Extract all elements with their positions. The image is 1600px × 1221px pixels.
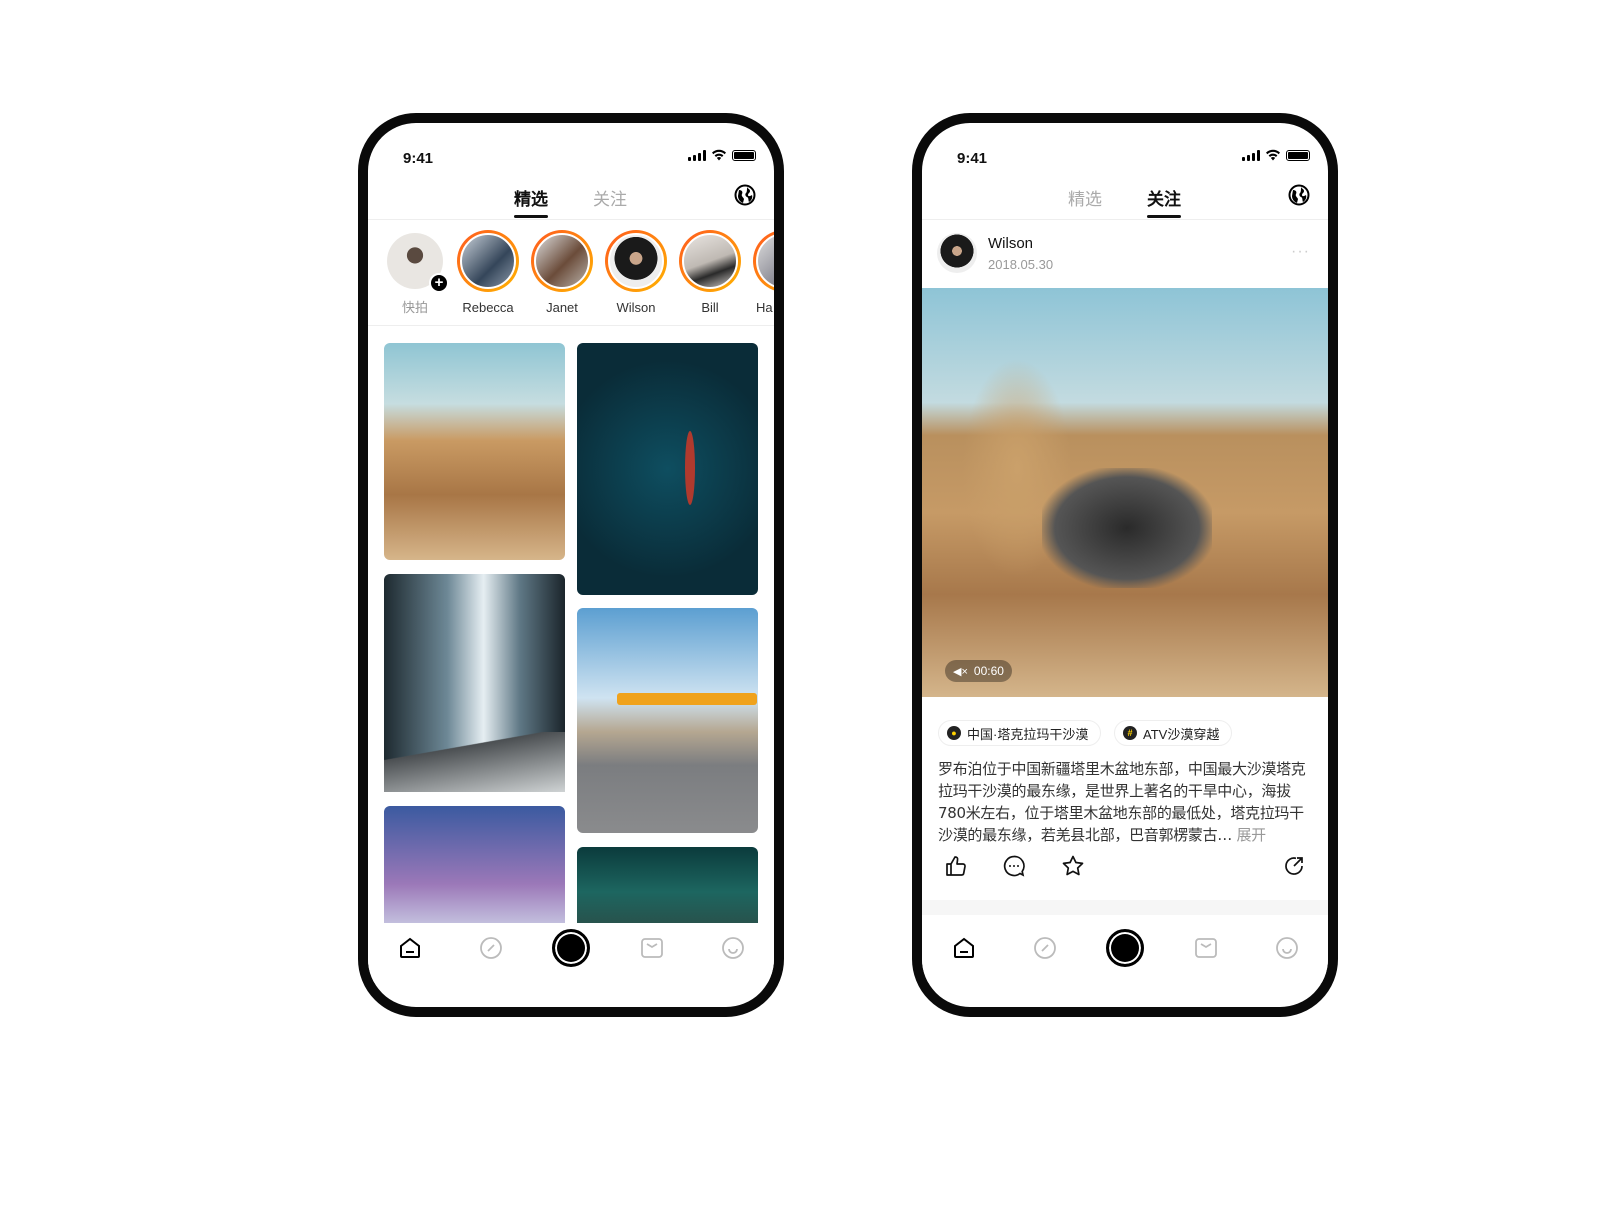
photo-biplane[interactable] xyxy=(577,608,758,833)
author-avatar[interactable] xyxy=(937,233,977,273)
message-icon[interactable] xyxy=(1194,936,1218,960)
topic-tag[interactable]: # ATV沙漠穿越 xyxy=(1114,720,1233,746)
location-tag[interactable]: ● 中国·塔克拉玛干沙漠 xyxy=(938,720,1102,746)
video-badge[interactable]: ◀× 00:60 xyxy=(945,660,1012,682)
more-options-button[interactable]: ··· xyxy=(1291,243,1310,261)
comment-icon[interactable] xyxy=(1002,854,1026,878)
hashtag-icon: # xyxy=(1123,726,1137,740)
status-icons xyxy=(688,149,756,161)
mute-icon[interactable]: ◀× xyxy=(953,665,968,678)
author-name[interactable]: Wilson xyxy=(988,235,1033,252)
location-pin-icon: ● xyxy=(947,726,961,740)
post-date: 2018.05.30 xyxy=(988,257,1054,272)
signal-icon xyxy=(1242,149,1260,161)
topic-tag-label: ATV沙漠穿越 xyxy=(1143,726,1220,742)
story-name: Wilson xyxy=(616,300,656,315)
status-time: 9:41 xyxy=(957,150,988,167)
status-icons xyxy=(1242,149,1310,161)
story-name: 快拍 xyxy=(401,300,428,315)
wifi-icon xyxy=(712,149,726,161)
photo-ocean-kayak[interactable] xyxy=(577,343,758,595)
globe-icon[interactable] xyxy=(734,184,756,206)
story-name: Bill xyxy=(701,300,719,315)
tab-featured[interactable]: 精选 xyxy=(514,185,548,218)
battery-icon xyxy=(1286,149,1310,161)
post-video[interactable]: ◀× 00:60 xyxy=(922,288,1328,697)
signal-icon xyxy=(688,149,706,161)
feed-separator xyxy=(922,900,1328,915)
story-item[interactable]: Rebecca xyxy=(456,230,520,315)
avatar xyxy=(534,233,590,289)
story-item[interactable]: Janet xyxy=(530,230,594,315)
message-icon[interactable] xyxy=(640,936,664,960)
header-divider xyxy=(922,219,1328,220)
wifi-icon xyxy=(1266,149,1280,161)
home-icon[interactable] xyxy=(398,936,422,960)
bottom-nav xyxy=(368,923,774,983)
tab-featured[interactable]: 精选 xyxy=(1068,185,1102,210)
avatar xyxy=(608,233,664,289)
photo-mountain-sky[interactable] xyxy=(384,806,565,936)
avatar xyxy=(460,233,516,289)
story-item[interactable]: Bill xyxy=(678,230,742,315)
bottom-nav xyxy=(922,923,1328,983)
avatar xyxy=(682,233,738,289)
atv-vehicle xyxy=(1042,468,1212,588)
phone-post-screen: 9:41 精选 关注 Wilson 2018.05.30 ··· ◀× 00:6… xyxy=(912,113,1338,1017)
story-name: Ha xyxy=(756,300,773,315)
photo-desert-atv[interactable] xyxy=(384,343,565,560)
story-item[interactable]: Ha xyxy=(752,230,774,315)
story-name: Janet xyxy=(546,300,578,315)
location-tag-label: 中国·塔克拉玛干沙漠 xyxy=(967,726,1089,742)
story-item[interactable]: Wilson xyxy=(604,230,668,315)
shoot-button[interactable] xyxy=(552,929,590,967)
tab-following[interactable]: 关注 xyxy=(593,185,627,210)
avatar xyxy=(756,233,774,289)
phone-feed-screen: 9:41 精选 关注 + 快拍 Rebecca Janet Wilson Bil… xyxy=(358,113,784,1017)
globe-icon[interactable] xyxy=(1288,184,1310,206)
discover-icon[interactable] xyxy=(1033,936,1057,960)
status-time: 9:41 xyxy=(403,150,434,167)
photo-waterfall[interactable] xyxy=(384,574,565,792)
battery-icon xyxy=(732,149,756,161)
profile-icon[interactable] xyxy=(721,936,745,960)
story-quick-shot[interactable]: + 快拍 xyxy=(383,230,449,316)
avatar: + xyxy=(387,233,449,293)
favorite-star-icon[interactable] xyxy=(1061,854,1085,878)
share-icon[interactable] xyxy=(1282,854,1306,878)
profile-icon[interactable] xyxy=(1275,936,1299,960)
discover-icon[interactable] xyxy=(479,936,503,960)
story-name: Rebecca xyxy=(462,300,514,315)
header-divider xyxy=(368,219,774,220)
like-icon[interactable] xyxy=(944,854,968,878)
post-text: 罗布泊位于中国新疆塔里木盆地东部，中国最大沙漠塔克拉玛干沙漠的最东缘，是世界上著… xyxy=(938,758,1312,846)
expand-link[interactable]: 展开 xyxy=(1236,826,1266,844)
tab-following[interactable]: 关注 xyxy=(1147,185,1181,218)
shoot-button[interactable] xyxy=(1106,929,1144,967)
stories-divider xyxy=(368,325,774,326)
add-icon: + xyxy=(429,273,449,293)
home-icon[interactable] xyxy=(952,936,976,960)
video-duration: 00:60 xyxy=(973,664,1004,678)
